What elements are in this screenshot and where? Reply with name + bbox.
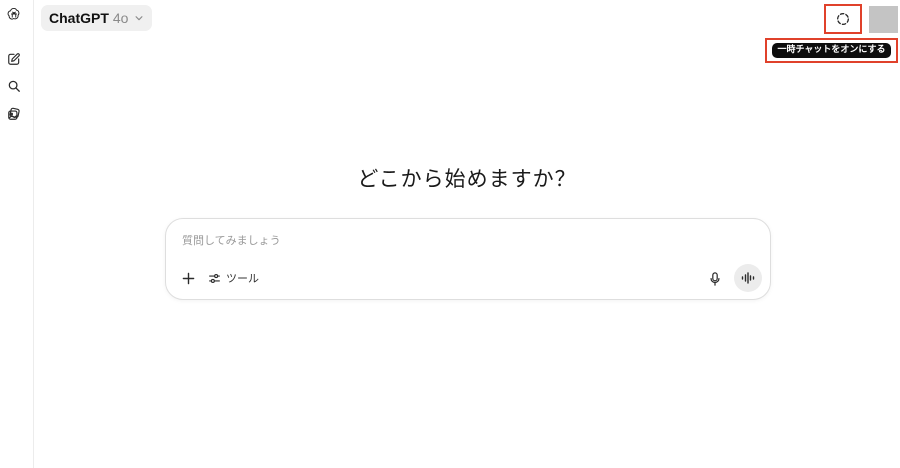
- model-version: 4o: [112, 10, 129, 26]
- microphone-icon: [710, 272, 720, 286]
- search-icon[interactable]: [4, 76, 24, 96]
- avatar[interactable]: [869, 6, 898, 33]
- sliders-icon: [209, 273, 220, 283]
- page-heading: どこから始めますか？: [357, 167, 577, 191]
- new-chat-icon[interactable]: [4, 49, 24, 69]
- temporary-chat-tooltip: 一時チャットをオンにする: [772, 43, 891, 58]
- tools-label: ツール: [226, 272, 259, 285]
- library-icon[interactable]: [4, 104, 24, 124]
- dictate-button[interactable]: [707, 270, 723, 288]
- chevron-down-icon: [135, 16, 143, 21]
- composer: ツール: [165, 218, 771, 300]
- voice-mode-button[interactable]: [734, 264, 762, 292]
- attach-button[interactable]: [180, 270, 196, 286]
- voice-wave-icon: [741, 272, 755, 284]
- chatgpt-app: ChatGPT 4o 一時チャットをオンにする どこから始めますか？ 質問してみ…: [0, 0, 900, 468]
- tools-button[interactable]: ツール: [208, 269, 259, 287]
- dashed-circle-icon: [837, 13, 849, 25]
- prompt-input[interactable]: [182, 234, 742, 247]
- model-selector[interactable]: ChatGPT 4o: [41, 5, 153, 31]
- temporary-chat-button[interactable]: [824, 4, 862, 34]
- openai-logo-icon[interactable]: [4, 4, 24, 24]
- sidebar-rail: [0, 0, 34, 468]
- plus-icon: [182, 272, 194, 284]
- tooltip-highlight: 一時チャットをオンにする: [765, 38, 898, 63]
- model-name: ChatGPT: [49, 10, 109, 26]
